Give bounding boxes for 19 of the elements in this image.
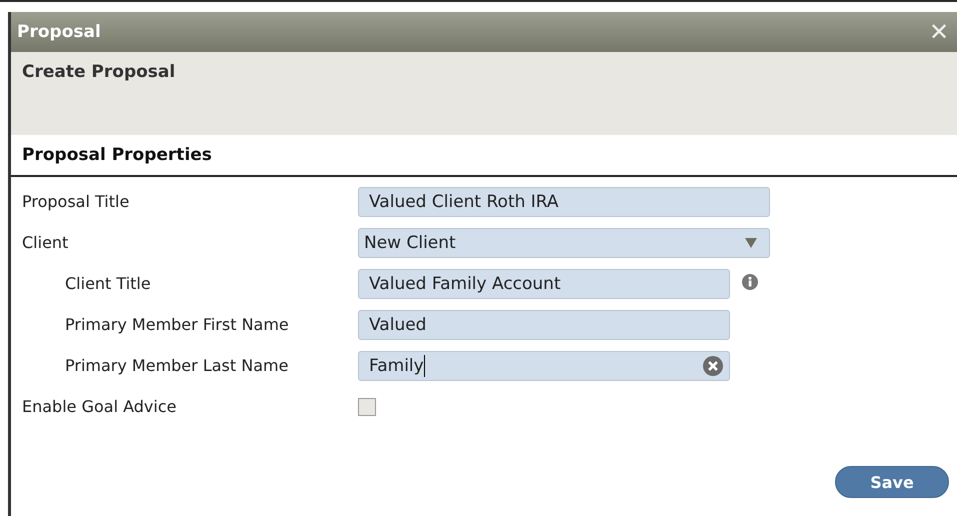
field-label: Enable Goal Advice	[21, 397, 178, 416]
field-label: Client Title	[64, 274, 152, 293]
save-button[interactable]: Save	[835, 466, 949, 498]
field-label: Proposal Title	[21, 192, 130, 211]
caret-icon	[745, 238, 757, 248]
checkbox[interactable]	[358, 398, 376, 416]
text-field[interactable]: Family	[358, 350, 730, 380]
info-icon[interactable]	[742, 274, 758, 290]
header-title: Create Proposal	[22, 62, 176, 82]
field-label: Primary Member Last Name	[64, 356, 290, 375]
clear-icon[interactable]	[703, 356, 723, 376]
field-label: Primary Member First Name	[64, 315, 290, 334]
field-label: Client	[21, 233, 70, 252]
text-field[interactable]: Valued Family Account	[358, 268, 730, 298]
text-field[interactable]: Valued	[358, 310, 730, 340]
text-field[interactable]: Valued Client Roth IRA	[358, 186, 770, 216]
window-title: Proposal	[17, 22, 101, 42]
section-title: Proposal Properties	[22, 145, 212, 165]
client-dropdown[interactable]: New Client	[358, 228, 770, 258]
